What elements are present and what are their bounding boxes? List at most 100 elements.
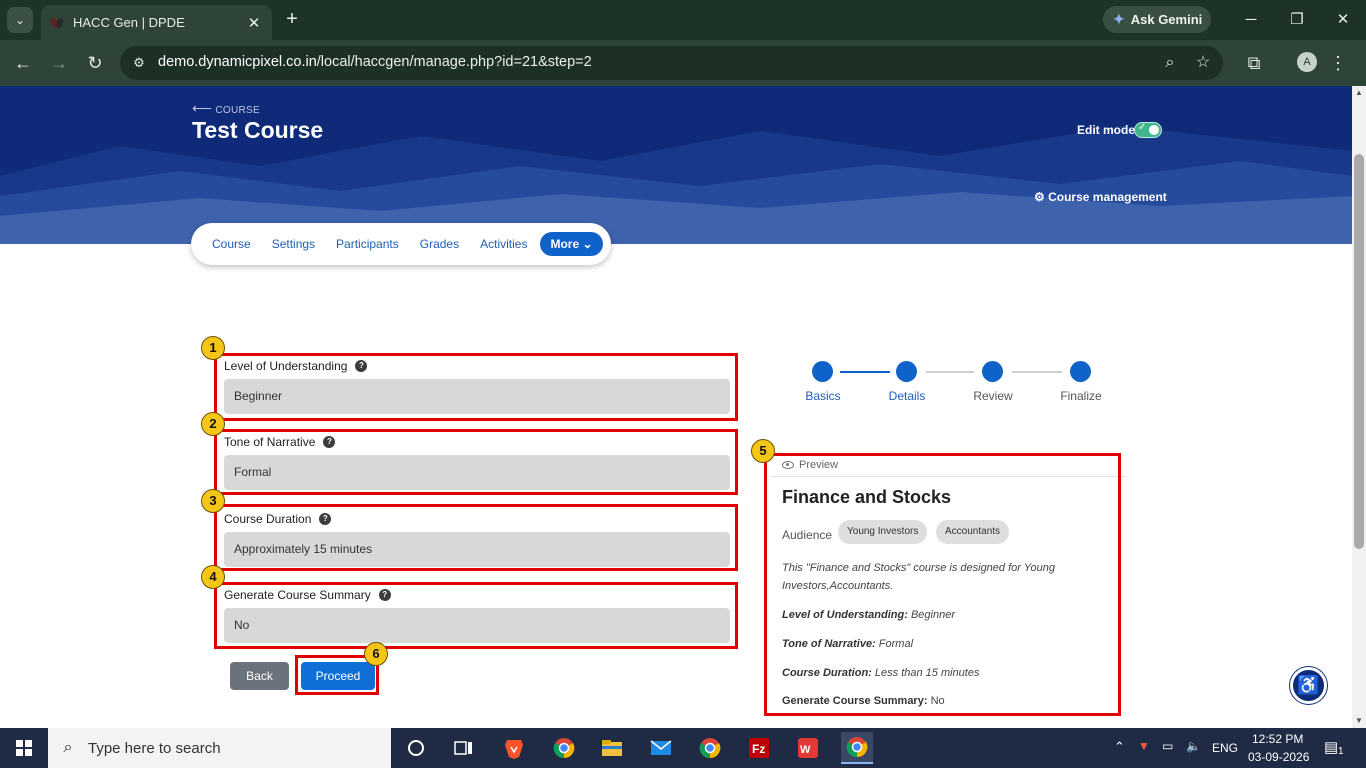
site-settings-icon[interactable]: ⚙ [130,54,148,72]
extensions-puzzle-icon[interactable]: ⧉ [1242,51,1266,75]
clock-date[interactable]: 03-09-2026 [1248,750,1309,764]
nav-participants[interactable]: Participants [336,237,399,251]
tone-of-narrative-select[interactable]: Formal [224,455,730,490]
course-management-link[interactable]: ⚙ Course management [1034,190,1167,204]
more-dropdown-button[interactable]: More ⌄ [540,232,603,256]
edit-mode-label: Edit mode [1077,123,1136,137]
url-text[interactable]: demo.dynamicpixel.co.in/local/haccgen/ma… [158,54,592,70]
tab-title: HACC Gen | DPDE [73,15,185,30]
windows-taskbar: ⌕ Type here to search Fz W ⌃ ▼ ▭ 🔈 ENG 1… [0,728,1366,768]
cortana-circle-icon[interactable] [400,732,432,764]
forward-arrow-icon[interactable]: → [47,51,71,75]
step-label-finalize: Finalize [1060,389,1102,403]
breadcrumb-course-link[interactable]: ⟵ COURSE [192,100,260,117]
scroll-thumb[interactable] [1354,154,1364,549]
chevron-down-icon: ⌄ [582,237,593,251]
page-content: ⟵ COURSE Test Course Edit mode ✓ ⚙ Course… [0,86,1352,728]
field-level-of-understanding: Level of Understanding? Beginner [224,359,730,414]
step-dot-details [896,361,917,382]
notification-icon[interactable]: ▤ [1324,738,1338,756]
step-dot-basics [812,361,833,382]
svg-text:Fz: Fz [752,742,765,756]
tray-app-icon[interactable]: ▼ [1138,739,1150,753]
taskbar-search-box[interactable]: ⌕ Type here to search [48,728,391,768]
annotation-badge-1: 1 [201,336,225,360]
annotation-badge-3: 3 [201,489,225,513]
field-label: Level of Understanding [224,359,348,373]
field-label: Course Duration [224,512,312,526]
site-favicon-icon [49,15,65,31]
help-icon[interactable]: ? [319,513,332,525]
network-icon[interactable]: ▭ [1162,739,1173,753]
ask-gemini-label: Ask Gemini [1130,12,1203,27]
zoom-icon[interactable]: ⌕ [1160,53,1180,73]
window-close-icon[interactable]: ✕ [1328,8,1358,32]
new-tab-button[interactable]: + [281,8,303,30]
ask-gemini-button[interactable]: ✦ Ask Gemini [1103,6,1211,33]
file-explorer-icon[interactable] [596,732,628,764]
step-connector [926,371,974,373]
help-icon[interactable]: ? [355,360,368,372]
chrome-icon[interactable] [548,732,580,764]
annotation-badge-2: 2 [201,412,225,436]
accessibility-icon[interactable]: ♿ [1290,667,1327,704]
field-label: Generate Course Summary [224,588,371,602]
restore-icon[interactable]: ❐ [1282,8,1312,32]
help-icon[interactable]: ? [323,436,336,448]
back-arrow-icon[interactable]: ← [11,51,35,75]
tab-close-icon[interactable]: ✕ [242,14,266,32]
level-of-understanding-select[interactable]: Beginner [224,379,730,414]
notification-count: 1 [1338,746,1344,757]
nav-settings[interactable]: Settings [272,237,315,251]
generate-course-summary-select[interactable]: No [224,608,730,643]
language-indicator[interactable]: ENG [1212,741,1238,755]
reload-icon[interactable]: ↻ [83,51,107,75]
step-label-details: Details [888,389,926,403]
windows-start-icon[interactable] [0,728,48,768]
volume-icon[interactable]: 🔈 [1186,739,1201,753]
step-label-basics: Basics [805,389,841,403]
task-view-icon[interactable] [448,732,480,764]
browser-tab[interactable]: HACC Gen | DPDE ✕ [41,5,272,40]
svg-text:W: W [800,744,811,756]
page-scrollbar[interactable]: ▲ ▼ [1352,86,1366,728]
course-banner: ⟵ COURSE Test Course Edit mode ✓ ⚙ Course… [0,86,1352,244]
brave-browser-icon[interactable] [498,732,530,764]
wps-office-icon[interactable]: W [792,732,824,764]
mail-icon[interactable] [645,732,677,764]
annotation-badge-4: 4 [201,565,225,589]
course-duration-select[interactable]: Approximately 15 minutes [224,532,730,567]
back-button[interactable]: Back [230,662,289,690]
nav-activities[interactable]: Activities [480,237,527,251]
step-connector [1012,371,1062,373]
step-dot-finalize [1070,361,1091,382]
bookmark-star-icon[interactable]: ☆ [1193,53,1213,73]
step-label-review: Review [973,389,1013,403]
check-icon: ✓ [1138,122,1147,133]
proceed-button[interactable]: Proceed [301,662,375,690]
nav-course[interactable]: Course [212,237,251,251]
nav-grades[interactable]: Grades [420,237,459,251]
clock-time[interactable]: 12:52 PM [1252,732,1303,746]
profile-avatar[interactable]: A [1297,52,1317,72]
filezilla-icon[interactable]: Fz [743,732,775,764]
address-bar[interactable]: ⚙ demo.dynamicpixel.co.in/local/haccgen/… [120,46,1223,80]
browser-toolbar: ← → ↻ ⚙ demo.dynamicpixel.co.in/local/ha… [0,40,1366,86]
browser-tabbar: ⌄ HACC Gen | DPDE ✕ + ✦ Ask Gemini ─ ❐ ✕ [0,0,1366,40]
annotation-badge-6: 6 [364,642,388,666]
edit-mode-toggle[interactable]: ✓ [1134,122,1162,138]
tab-search-chevron-icon[interactable]: ⌄ [7,7,33,33]
page-title: Test Course [192,117,324,143]
help-icon[interactable]: ? [378,589,391,601]
field-generate-course-summary: Generate Course Summary? No [224,588,730,643]
scroll-down-icon[interactable]: ▼ [1352,714,1366,728]
minimize-icon[interactable]: ─ [1236,8,1266,32]
chrome-active-icon[interactable] [841,732,873,764]
scroll-up-icon[interactable]: ▲ [1352,86,1366,100]
menu-kebab-icon[interactable]: ⋮ [1326,51,1350,75]
tray-chevron-up-icon[interactable]: ⌃ [1114,739,1125,755]
annotation-badge-5: 5 [751,439,775,463]
annotation-box-5 [764,453,1121,716]
left-arrow-icon: ⟵ [192,100,213,116]
chrome-profile-icon[interactable] [694,732,726,764]
